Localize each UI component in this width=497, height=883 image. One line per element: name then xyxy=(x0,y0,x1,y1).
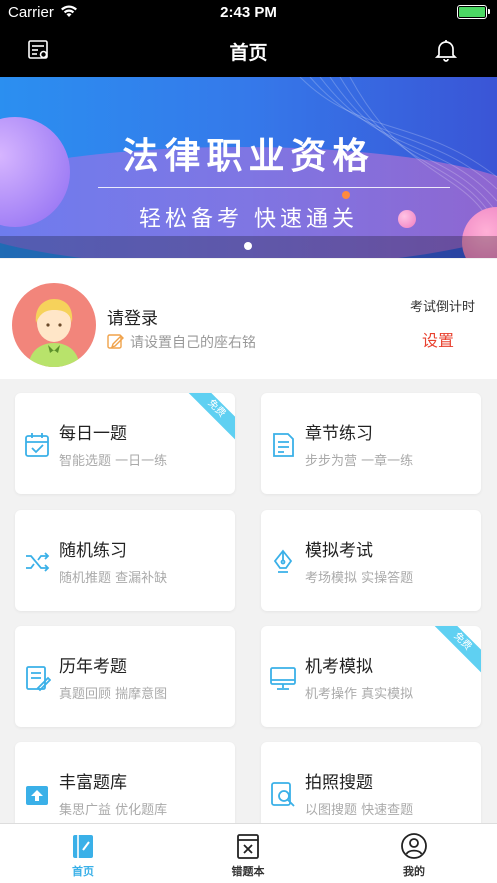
countdown-set-button[interactable]: 设置 xyxy=(422,327,454,351)
banner-title: 法律职业资格 xyxy=(122,136,375,177)
card-title: 机考模拟 xyxy=(305,657,373,677)
upload-box-icon xyxy=(23,780,51,808)
countdown-label: 考试倒计时 xyxy=(409,300,475,315)
tab-label: 首页 xyxy=(72,865,94,878)
profile-section: 请登录 请设置自己的座右铭 考试倒计时 设置 xyxy=(0,259,497,379)
banner-divider xyxy=(98,187,450,188)
wrong-book-icon xyxy=(234,832,262,860)
photo-search-icon xyxy=(269,780,297,808)
card-title: 历年考题 xyxy=(59,657,127,677)
clock: 2:43 PM xyxy=(220,4,277,21)
card-mock-exam[interactable]: 模拟考试 考场模拟 实操答题 xyxy=(261,510,481,611)
calendar-icon xyxy=(23,431,51,459)
card-desc: 真题回顾 揣摩意图 xyxy=(59,687,168,702)
top-bar: Carrier 2:43 PM 首页 xyxy=(0,0,497,77)
card-computer-exam[interactable]: 机考模拟 机考操作 真实模拟 免费 xyxy=(261,626,481,727)
shuffle-icon xyxy=(23,548,51,576)
card-title: 拍照搜题 xyxy=(305,773,373,793)
page-title: 首页 xyxy=(229,42,268,64)
card-random-practice[interactable]: 随机练习 随机推题 查漏补缺 xyxy=(15,510,235,611)
user-circle-icon xyxy=(400,832,428,860)
card-past-exams[interactable]: 历年考题 真题回顾 揣摩意图 xyxy=(15,626,235,727)
banner-dot xyxy=(342,191,350,199)
exam-paper-icon xyxy=(23,664,52,692)
card-daily-question[interactable]: 每日一题 智能选题 一日一练 免费 xyxy=(15,393,235,494)
battery-icon xyxy=(457,5,490,19)
card-desc: 随机推题 查漏补缺 xyxy=(59,571,168,586)
banner-subtitle: 轻松备考 快速通关 xyxy=(139,207,358,232)
card-title: 丰富题库 xyxy=(59,773,127,793)
card-title: 每日一题 xyxy=(59,424,127,444)
tab-wrong-book[interactable]: 错题本 xyxy=(188,824,308,883)
banner-page-indicator[interactable] xyxy=(244,242,252,250)
motto-placeholder: 请设置自己的座右铭 xyxy=(130,335,256,351)
card-title: 章节练习 xyxy=(305,424,373,444)
pen-nib-icon xyxy=(269,548,297,576)
card-desc: 智能选题 一日一练 xyxy=(59,454,168,469)
monitor-icon xyxy=(269,664,297,692)
home-notebook-icon xyxy=(69,832,97,860)
card-desc: 机考操作 真实模拟 xyxy=(305,687,414,702)
card-desc: 考场模拟 实操答题 xyxy=(305,571,414,586)
free-badge: 免费 xyxy=(185,393,235,440)
card-desc: 以图搜题 快速查题 xyxy=(305,803,414,818)
document-icon xyxy=(269,431,297,459)
tab-home[interactable]: 首页 xyxy=(23,824,143,883)
tab-bar: 首页 错题本 我的 xyxy=(0,823,497,883)
card-desc: 步步为营 一章一练 xyxy=(305,454,414,469)
card-title: 随机练习 xyxy=(59,541,127,561)
card-chapter-practice[interactable]: 章节练习 步步为营 一章一练 xyxy=(261,393,481,494)
tab-mine[interactable]: 我的 xyxy=(354,824,474,883)
tab-label: 我的 xyxy=(403,865,425,878)
tab-label: 错题本 xyxy=(231,865,265,878)
bell-icon[interactable] xyxy=(434,38,458,62)
banner-carousel[interactable]: 法律职业资格 轻松备考 快速通关 xyxy=(0,77,497,258)
edit-icon xyxy=(107,333,124,354)
motto-row[interactable]: 请设置自己的座右铭 xyxy=(107,332,256,354)
login-prompt[interactable]: 请登录 xyxy=(107,304,158,329)
free-badge: 免费 xyxy=(431,626,481,673)
avatar[interactable] xyxy=(12,283,96,367)
card-desc: 集思广益 优化题库 xyxy=(59,803,168,818)
status-bar: Carrier 2:43 PM xyxy=(0,0,497,26)
card-title: 模拟考试 xyxy=(305,541,373,561)
